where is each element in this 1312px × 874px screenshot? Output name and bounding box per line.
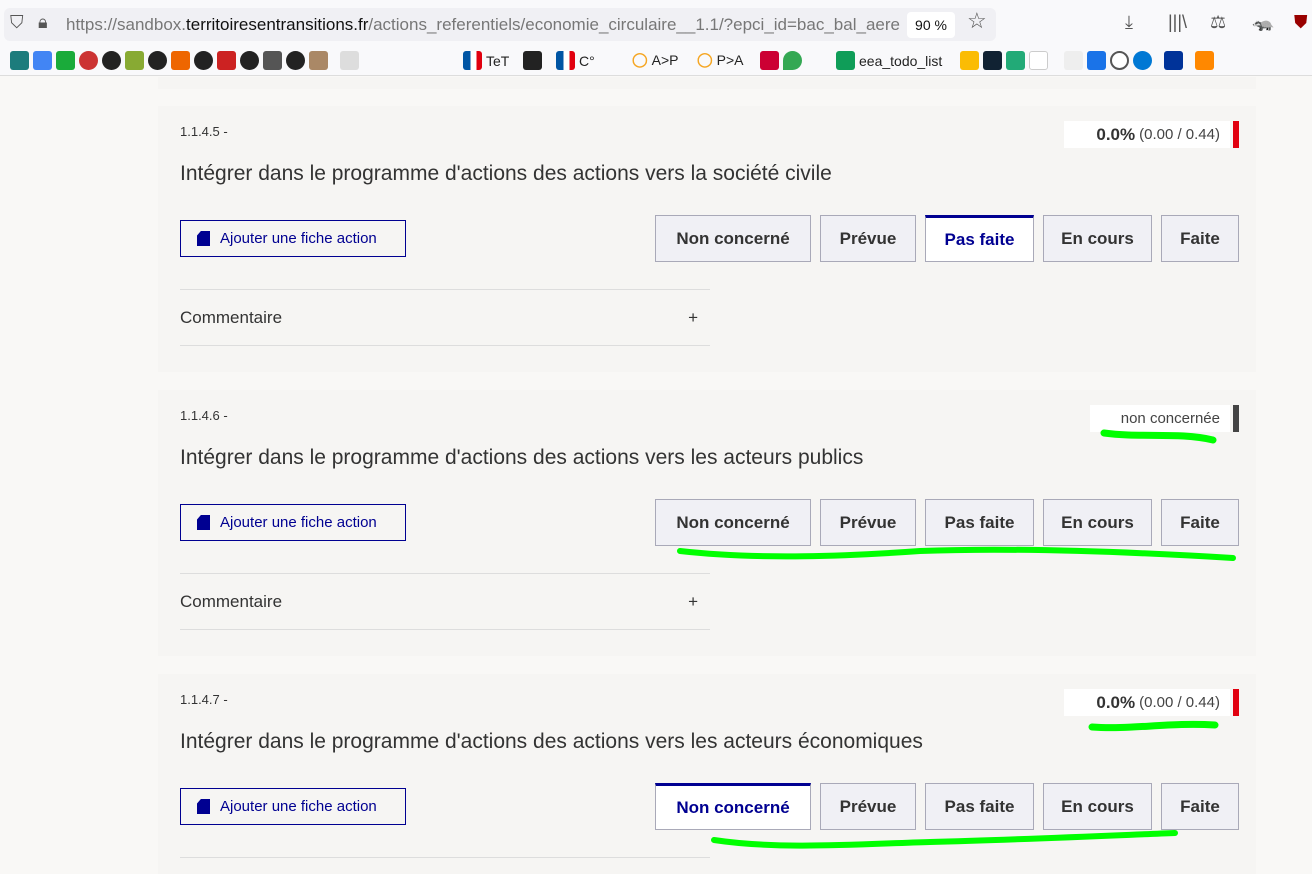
status-non-concerne-button[interactable]: Non concerné — [655, 499, 811, 546]
bookmark-tet[interactable]: TeT — [463, 51, 509, 70]
add-fiche-action-button[interactable]: Ajouter une fiche action — [180, 504, 406, 541]
comment-label: Commentaire — [180, 307, 283, 327]
action-title: Intégrer dans le programme d'actions des… — [180, 446, 864, 469]
score: 0.0% (0.00 / 0.44) — [1064, 121, 1230, 148]
status-pas-faite-button[interactable]: Pas faite — [925, 499, 1034, 546]
add-fiche-label: Ajouter une fiche action — [220, 798, 377, 815]
action-code: 1.1.4.5 - — [180, 124, 228, 139]
score-status-bar — [1233, 121, 1239, 148]
bookmarks-bar: TeT C° ◯ A>P ◯ P>A eea_todo_list — [0, 44, 1312, 76]
action-card: 1.1.4.5 - 0.0% (0.00 / 0.44) Intégrer dan… — [158, 106, 1256, 372]
add-fiche-label: Ajouter une fiche action — [220, 514, 377, 531]
expand-icon[interactable]: + — [688, 308, 698, 328]
add-fiche-label: Ajouter une fiche action — [220, 230, 377, 247]
score-status-bar — [1233, 689, 1239, 716]
status-faite-button[interactable]: Faite — [1161, 215, 1239, 262]
lock-icon: 🔒︎ — [38, 12, 48, 32]
bookmark-icons-right[interactable] — [960, 51, 1214, 70]
action-title: Intégrer dans le programme d'actions des… — [180, 162, 832, 185]
status-prevue-button[interactable]: Prévue — [820, 783, 916, 830]
comment-toggle[interactable]: Commentaire + — [180, 289, 710, 346]
status-prevue-button[interactable]: Prévue — [820, 499, 916, 546]
bookmark-misc[interactable] — [760, 51, 802, 70]
status-non-concerne-button[interactable]: Non concerné — [655, 783, 811, 830]
status-non-concerne-button[interactable]: Non concerné — [655, 215, 811, 262]
status-pas-faite-button[interactable]: Pas faite — [925, 783, 1034, 830]
action-title: Intégrer dans le programme d'actions des… — [180, 730, 923, 753]
action-code: 1.1.4.6 - — [180, 408, 228, 423]
browser-toolbar: ⛉ 🔒︎ https://sandbox.territoiresentransi… — [0, 0, 1312, 44]
status-prevue-button[interactable]: Prévue — [820, 215, 916, 262]
add-fiche-action-button[interactable]: Ajouter une fiche action — [180, 788, 406, 825]
status-en-cours-button[interactable]: En cours — [1043, 499, 1152, 546]
bookmark-p-a[interactable]: ◯ P>A — [697, 51, 744, 68]
bookmark-c[interactable]: C° — [556, 51, 595, 70]
document-icon — [197, 515, 210, 530]
extension-icon[interactable]: 🦡 — [1252, 12, 1274, 33]
action-card: 1.1.4.7 - 0.0% (0.00 / 0.44) Intégrer dan… — [158, 674, 1256, 874]
status-label: non concernée — [1090, 405, 1230, 432]
status-faite-button[interactable]: Faite — [1161, 499, 1239, 546]
score-status-bar — [1233, 405, 1239, 432]
bookmark-star-icon[interactable]: ☆ — [967, 8, 987, 34]
action-card-previous — [158, 77, 1256, 89]
bookmark-icons[interactable] — [10, 51, 359, 70]
status-pas-faite-button[interactable]: Pas faite — [925, 215, 1034, 262]
status-faite-button[interactable]: Faite — [1161, 783, 1239, 830]
download-icon[interactable]: ⤓ — [1125, 12, 1133, 33]
url-text[interactable]: https://sandbox.territoiresentransitions… — [66, 15, 904, 35]
comment-toggle[interactable]: Commentaire + — [180, 573, 710, 630]
shield-icon[interactable]: ⛉ — [10, 12, 24, 33]
zoom-level[interactable]: 90 % — [907, 12, 955, 38]
expand-icon[interactable]: + — [688, 592, 698, 612]
ublock-icon[interactable]: ⛊ — [1294, 12, 1308, 33]
library-icon[interactable]: |||\ — [1168, 12, 1187, 33]
divider — [180, 857, 710, 858]
bookmark-figma[interactable] — [523, 51, 542, 70]
add-fiche-action-button[interactable]: Ajouter une fiche action — [180, 220, 406, 257]
document-icon — [197, 231, 210, 246]
score: 0.0% (0.00 / 0.44) — [1064, 689, 1230, 716]
co2-extension-icon[interactable]: ⚖ — [1210, 12, 1226, 33]
action-code: 1.1.4.7 - — [180, 692, 228, 707]
action-card: 1.1.4.6 - non concernée Intégrer dans le… — [158, 390, 1256, 656]
bookmark-eea-todo-list[interactable]: eea_todo_list — [836, 51, 942, 70]
status-en-cours-button[interactable]: En cours — [1043, 215, 1152, 262]
bookmark-a-p[interactable]: ◯ A>P — [632, 51, 679, 68]
document-icon — [197, 799, 210, 814]
comment-label: Commentaire — [180, 591, 283, 611]
status-en-cours-button[interactable]: En cours — [1043, 783, 1152, 830]
